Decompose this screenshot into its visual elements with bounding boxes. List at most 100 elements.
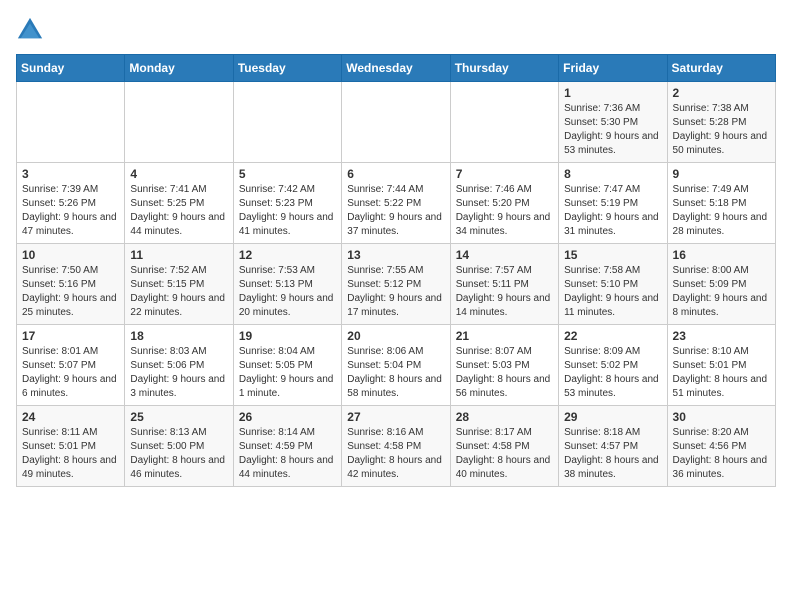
calendar-cell: 23Sunrise: 8:10 AM Sunset: 5:01 PM Dayli… (667, 325, 775, 406)
calendar-cell: 22 Sunrise: 8:09 AM Sunset: 5:02 PM Dayli… (559, 325, 667, 406)
calendar-cell: 13 Sunrise: 7:55 AM Sunset: 5:12 PM Dayli… (342, 244, 450, 325)
header-sunday: Sunday (17, 55, 125, 82)
calendar-table: SundayMondayTuesdayWednesdayThursdayFrid… (16, 54, 776, 487)
day-info: Sunrise: 8:09 AM Sunset: 5:02 PM Dayligh… (564, 345, 661, 401)
calendar-cell: 6 Sunrise: 7:44 AM Sunset: 5:22 PM Daylig… (342, 163, 450, 244)
calendar-header-row: SundayMondayTuesdayWednesdayThursdayFrid… (17, 55, 776, 82)
calendar-cell: 21 Sunrise: 8:07 AM Sunset: 5:03 PM Dayli… (450, 325, 558, 406)
day-info: Sunrise: 7:38 AM Sunset: 5:28 PM Dayligh… (673, 102, 770, 158)
header-thursday: Thursday (450, 55, 558, 82)
day-number: 9 (673, 167, 770, 181)
day-info: Sunrise: 7:36 AM Sunset: 5:30 PM Dayligh… (564, 102, 661, 158)
day-number: 17 (22, 329, 119, 343)
calendar-cell: 24 Sunrise: 8:11 AM Sunset: 5:01 PM Dayli… (17, 406, 125, 487)
calendar-cell: 7 Sunrise: 7:46 AM Sunset: 5:20 PM Daylig… (450, 163, 558, 244)
day-info: Sunrise: 8:16 AM Sunset: 4:58 PM Dayligh… (347, 426, 444, 482)
calendar-week-4: 17Sunrise: 8:01 AM Sunset: 5:07 PM Dayli… (17, 325, 776, 406)
day-number: 19 (239, 329, 336, 343)
day-info: Sunrise: 7:46 AM Sunset: 5:20 PM Dayligh… (456, 183, 553, 239)
day-number: 12 (239, 248, 336, 262)
day-info: Sunrise: 7:55 AM Sunset: 5:12 PM Dayligh… (347, 264, 444, 320)
day-number: 20 (347, 329, 444, 343)
day-info: Sunrise: 7:52 AM Sunset: 5:15 PM Dayligh… (130, 264, 227, 320)
day-info: Sunrise: 8:10 AM Sunset: 5:01 PM Dayligh… (673, 345, 770, 401)
day-info: Sunrise: 8:07 AM Sunset: 5:03 PM Dayligh… (456, 345, 553, 401)
day-number: 18 (130, 329, 227, 343)
calendar-cell: 25 Sunrise: 8:13 AM Sunset: 5:00 PM Dayli… (125, 406, 233, 487)
calendar-cell: 14 Sunrise: 7:57 AM Sunset: 5:11 PM Dayli… (450, 244, 558, 325)
calendar-cell: 15 Sunrise: 7:58 AM Sunset: 5:10 PM Dayli… (559, 244, 667, 325)
calendar-cell: 26 Sunrise: 8:14 AM Sunset: 4:59 PM Dayli… (233, 406, 341, 487)
calendar-cell: 1 Sunrise: 7:36 AM Sunset: 5:30 PM Daylig… (559, 82, 667, 163)
day-number: 22 (564, 329, 661, 343)
calendar-cell: 12Sunrise: 7:53 AM Sunset: 5:13 PM Dayli… (233, 244, 341, 325)
calendar-week-5: 24 Sunrise: 8:11 AM Sunset: 5:01 PM Dayli… (17, 406, 776, 487)
day-number: 27 (347, 410, 444, 424)
day-number: 8 (564, 167, 661, 181)
calendar-week-1: 1 Sunrise: 7:36 AM Sunset: 5:30 PM Daylig… (17, 82, 776, 163)
calendar-cell: 2 Sunrise: 7:38 AM Sunset: 5:28 PM Daylig… (667, 82, 775, 163)
calendar-week-3: 10 Sunrise: 7:50 AM Sunset: 5:16 PM Dayli… (17, 244, 776, 325)
calendar-cell: 19 Sunrise: 8:04 AM Sunset: 5:05 PM Dayli… (233, 325, 341, 406)
day-number: 4 (130, 167, 227, 181)
calendar-cell (125, 82, 233, 163)
day-info: Sunrise: 8:06 AM Sunset: 5:04 PM Dayligh… (347, 345, 444, 401)
day-number: 13 (347, 248, 444, 262)
calendar-cell: 30Sunrise: 8:20 AM Sunset: 4:56 PM Dayli… (667, 406, 775, 487)
day-info: Sunrise: 8:13 AM Sunset: 5:00 PM Dayligh… (130, 426, 227, 482)
day-number: 25 (130, 410, 227, 424)
calendar-cell: 28Sunrise: 8:17 AM Sunset: 4:58 PM Dayli… (450, 406, 558, 487)
day-info: Sunrise: 8:20 AM Sunset: 4:56 PM Dayligh… (673, 426, 770, 482)
day-number: 1 (564, 86, 661, 100)
day-info: Sunrise: 8:18 AM Sunset: 4:57 PM Dayligh… (564, 426, 661, 482)
calendar-cell: 11 Sunrise: 7:52 AM Sunset: 5:15 PM Dayli… (125, 244, 233, 325)
day-number: 21 (456, 329, 553, 343)
header-wednesday: Wednesday (342, 55, 450, 82)
day-number: 5 (239, 167, 336, 181)
calendar-cell (17, 82, 125, 163)
day-number: 2 (673, 86, 770, 100)
day-number: 26 (239, 410, 336, 424)
day-number: 29 (564, 410, 661, 424)
day-number: 11 (130, 248, 227, 262)
day-info: Sunrise: 8:11 AM Sunset: 5:01 PM Dayligh… (22, 426, 119, 482)
calendar-cell: 5 Sunrise: 7:42 AM Sunset: 5:23 PM Daylig… (233, 163, 341, 244)
day-number: 14 (456, 248, 553, 262)
calendar-cell: 4Sunrise: 7:41 AM Sunset: 5:25 PM Daylig… (125, 163, 233, 244)
calendar-cell: 3 Sunrise: 7:39 AM Sunset: 5:26 PM Daylig… (17, 163, 125, 244)
calendar-cell: 9 Sunrise: 7:49 AM Sunset: 5:18 PM Daylig… (667, 163, 775, 244)
day-info: Sunrise: 7:50 AM Sunset: 5:16 PM Dayligh… (22, 264, 119, 320)
logo (16, 16, 48, 44)
day-number: 24 (22, 410, 119, 424)
day-info: Sunrise: 8:04 AM Sunset: 5:05 PM Dayligh… (239, 345, 336, 401)
day-number: 3 (22, 167, 119, 181)
day-info: Sunrise: 8:00 AM Sunset: 5:09 PM Dayligh… (673, 264, 770, 320)
header-saturday: Saturday (667, 55, 775, 82)
calendar-cell (342, 82, 450, 163)
day-number: 7 (456, 167, 553, 181)
calendar-cell: 10 Sunrise: 7:50 AM Sunset: 5:16 PM Dayli… (17, 244, 125, 325)
logo-icon (16, 16, 44, 44)
day-number: 16 (673, 248, 770, 262)
day-number: 15 (564, 248, 661, 262)
calendar-cell: 29 Sunrise: 8:18 AM Sunset: 4:57 PM Dayli… (559, 406, 667, 487)
calendar-cell: 27 Sunrise: 8:16 AM Sunset: 4:58 PM Dayli… (342, 406, 450, 487)
day-info: Sunrise: 7:57 AM Sunset: 5:11 PM Dayligh… (456, 264, 553, 320)
calendar-cell: 17Sunrise: 8:01 AM Sunset: 5:07 PM Dayli… (17, 325, 125, 406)
calendar-cell: 8Sunrise: 7:47 AM Sunset: 5:19 PM Daylig… (559, 163, 667, 244)
day-info: Sunrise: 8:03 AM Sunset: 5:06 PM Dayligh… (130, 345, 227, 401)
calendar-cell (450, 82, 558, 163)
calendar-cell: 20 Sunrise: 8:06 AM Sunset: 5:04 PM Dayli… (342, 325, 450, 406)
day-number: 6 (347, 167, 444, 181)
day-info: Sunrise: 7:44 AM Sunset: 5:22 PM Dayligh… (347, 183, 444, 239)
header-monday: Monday (125, 55, 233, 82)
day-info: Sunrise: 8:14 AM Sunset: 4:59 PM Dayligh… (239, 426, 336, 482)
calendar-cell: 18 Sunrise: 8:03 AM Sunset: 5:06 PM Dayli… (125, 325, 233, 406)
day-info: Sunrise: 7:42 AM Sunset: 5:23 PM Dayligh… (239, 183, 336, 239)
day-number: 10 (22, 248, 119, 262)
day-info: Sunrise: 7:58 AM Sunset: 5:10 PM Dayligh… (564, 264, 661, 320)
calendar-week-2: 3 Sunrise: 7:39 AM Sunset: 5:26 PM Daylig… (17, 163, 776, 244)
day-number: 28 (456, 410, 553, 424)
day-info: Sunrise: 7:49 AM Sunset: 5:18 PM Dayligh… (673, 183, 770, 239)
day-info: Sunrise: 7:39 AM Sunset: 5:26 PM Dayligh… (22, 183, 119, 239)
